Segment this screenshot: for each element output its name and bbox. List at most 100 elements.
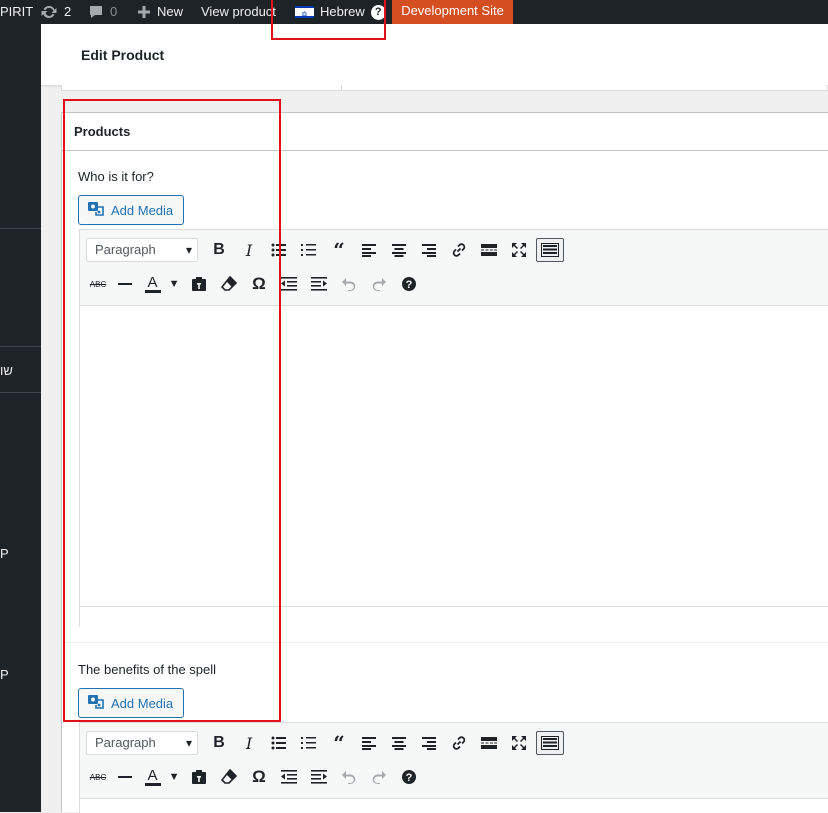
edit-header: Edit Product: [41, 24, 828, 85]
paste-text-button[interactable]: [184, 764, 214, 790]
editor-toolbar: Paragraph B I “ ABC A▼ Ω: [80, 723, 828, 799]
fullscreen-icon: [511, 735, 527, 751]
clear-formatting-icon: [221, 769, 237, 785]
read-more-icon: [481, 244, 497, 256]
undo-icon: [341, 770, 357, 784]
updates-link[interactable]: 2: [40, 0, 71, 24]
updates-count: 2: [64, 4, 72, 19]
numbered-list-icon: [301, 736, 317, 750]
fullscreen-button[interactable]: [504, 237, 534, 263]
development-site-badge[interactable]: Development Site: [392, 0, 513, 24]
indent-button[interactable]: [304, 271, 334, 297]
undo-button[interactable]: [334, 764, 364, 790]
link-button[interactable]: [444, 730, 474, 756]
updates-icon: [40, 4, 58, 20]
redo-button[interactable]: [364, 764, 394, 790]
site-name-link[interactable]: PIRIT: [0, 0, 33, 24]
view-product-label: View product: [201, 4, 276, 19]
sidebar-separator: [0, 392, 41, 393]
align-center-icon: [392, 736, 406, 750]
toolbar-row-2: ABC A ▼ Ω ?: [86, 764, 424, 790]
blockquote-button[interactable]: “: [324, 730, 354, 756]
editor-content-area[interactable]: [80, 799, 828, 813]
highlight-box-language: [271, 0, 386, 40]
numbered-list-button[interactable]: [294, 237, 324, 263]
align-left-icon: [362, 243, 376, 257]
text-color-icon: A: [144, 768, 161, 786]
italic-button[interactable]: I: [234, 730, 264, 756]
strikethrough-icon: ABC: [89, 772, 107, 782]
rich-text-editor: Paragraph B I “ ABC A▼ Ω: [79, 722, 828, 813]
read-more-button[interactable]: [474, 730, 504, 756]
comments-link[interactable]: 0: [88, 0, 117, 24]
comments-count: 0: [110, 4, 118, 19]
read-more-button[interactable]: [474, 237, 504, 263]
new-label: New: [157, 4, 184, 19]
align-left-button[interactable]: [354, 730, 384, 756]
sidebar-item-p2[interactable]: P: [0, 667, 9, 682]
redo-icon: [371, 277, 387, 291]
horizontal-line-icon: [118, 775, 132, 779]
toolbar-toggle-button[interactable]: [536, 238, 564, 262]
blockquote-button[interactable]: “: [324, 237, 354, 263]
strikethrough-button[interactable]: ABC: [86, 764, 110, 790]
align-left-icon: [362, 736, 376, 750]
sidebar-item-hebrew[interactable]: שו: [0, 363, 13, 378]
page-title: Edit Product: [81, 47, 165, 63]
undo-icon: [341, 277, 357, 291]
site-name-label: PIRIT: [0, 4, 34, 19]
toolbar-toggle-button[interactable]: [536, 731, 564, 755]
indent-icon: [311, 277, 327, 291]
horizontal-line-button[interactable]: [110, 764, 140, 790]
sidebar-separator: [0, 228, 41, 229]
link-button[interactable]: [444, 237, 474, 263]
align-right-icon: [422, 736, 436, 750]
link-icon: [451, 735, 467, 751]
align-right-button[interactable]: [414, 237, 444, 263]
help-icon: ?: [401, 769, 417, 785]
toolbar-toggle-icon: [541, 243, 559, 257]
align-center-button[interactable]: [384, 730, 414, 756]
align-right-button[interactable]: [414, 730, 444, 756]
read-more-icon: [481, 737, 497, 749]
undo-button[interactable]: [334, 271, 364, 297]
sidebar-separator: [0, 346, 41, 347]
redo-button[interactable]: [364, 271, 394, 297]
admin-bar: PIRIT 2 0 New View product Hebrew ? Deve…: [0, 0, 828, 26]
development-site-label: Development Site: [401, 3, 504, 18]
sidebar-item-p1[interactable]: P: [0, 546, 9, 561]
italic-icon: I: [245, 733, 253, 753]
special-character-button[interactable]: Ω: [244, 764, 274, 790]
highlight-box-products: [63, 99, 281, 722]
indent-button[interactable]: [304, 764, 334, 790]
outdent-icon: [281, 277, 297, 291]
help-button[interactable]: ?: [394, 764, 424, 790]
view-product-link[interactable]: View product: [201, 0, 276, 24]
link-icon: [451, 242, 467, 258]
outdent-button[interactable]: [274, 764, 304, 790]
help-button[interactable]: ?: [394, 271, 424, 297]
numbered-list-button[interactable]: [294, 730, 324, 756]
header-tabs-strip: [61, 85, 828, 91]
bullet-list-button[interactable]: [264, 730, 294, 756]
comment-bubble-icon: [88, 4, 104, 20]
paste-text-icon: [191, 769, 207, 785]
format-select[interactable]: Paragraph: [86, 731, 198, 755]
text-color-button[interactable]: A ▼: [140, 764, 184, 790]
toolbar-row-1: Paragraph B I “: [86, 730, 564, 756]
redo-icon: [371, 770, 387, 784]
numbered-list-icon: [301, 243, 317, 257]
clear-formatting-button[interactable]: [214, 764, 244, 790]
help-icon: ?: [401, 276, 417, 292]
blockquote-icon: “: [333, 238, 345, 262]
plus-icon: [137, 5, 151, 19]
fullscreen-icon: [511, 242, 527, 258]
new-content-link[interactable]: New: [137, 0, 183, 24]
fullscreen-button[interactable]: [504, 730, 534, 756]
bold-button[interactable]: B: [204, 730, 234, 756]
align-left-button[interactable]: [354, 237, 384, 263]
outdent-icon: [281, 770, 297, 784]
toolbar-toggle-icon: [541, 736, 559, 750]
align-center-button[interactable]: [384, 237, 414, 263]
admin-sidebar: שו P P: [0, 24, 41, 812]
